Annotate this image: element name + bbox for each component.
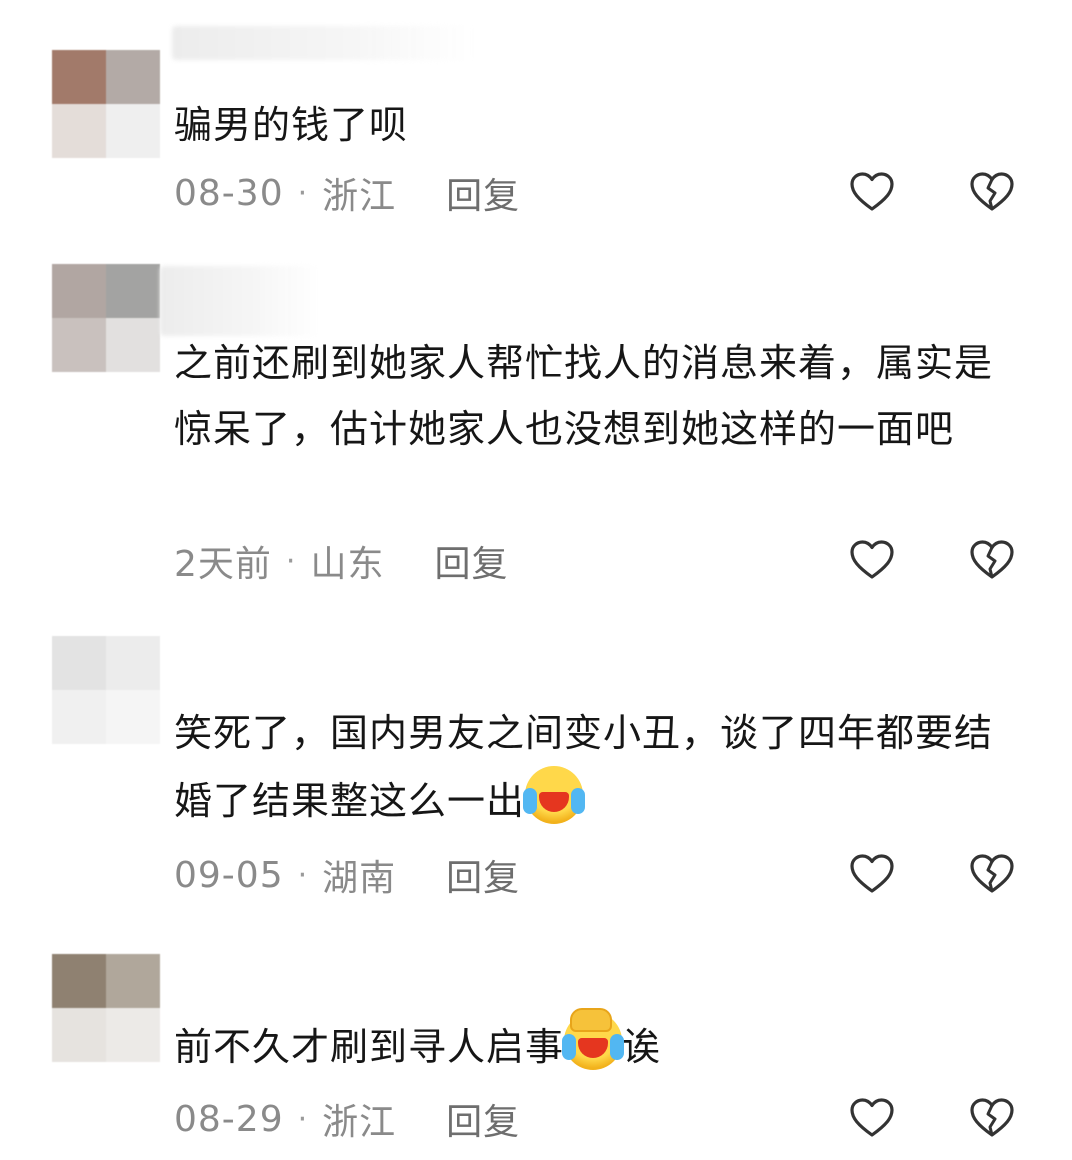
heart-outline-icon[interactable] — [848, 536, 896, 584]
comment-location: 山东 — [310, 544, 385, 585]
comment-meta: 2天前 · 山东 回复 — [174, 536, 508, 586]
avatar-pixel — [106, 690, 160, 744]
avatar-pixel — [106, 636, 160, 690]
meta-separator: · — [297, 1101, 309, 1137]
avatar-pixel — [52, 1008, 106, 1062]
avatar-pixel — [52, 264, 106, 318]
comment-text: 骗男的钱了呗 — [174, 92, 994, 158]
broken-heart-outline-icon[interactable] — [968, 850, 1016, 898]
avatar-pixel — [106, 50, 160, 104]
comment-text: 之前还刷到她家人帮忙找人的消息来着，属实是惊呆了，估计她家人也没想到她这样的一面… — [174, 330, 994, 462]
facepalm-laugh-emoji — [562, 1008, 625, 1070]
avatar[interactable] — [52, 264, 160, 372]
comment-text-content: 骗男的钱了呗 — [174, 103, 409, 147]
comment-date: 09-05 — [174, 854, 284, 896]
broken-heart-outline-icon[interactable] — [968, 1094, 1016, 1142]
avatar-pixel — [106, 104, 160, 158]
reply-button[interactable]: 回复 — [446, 1093, 520, 1145]
comment-text: 前不久才刷到寻人启事 诶 — [174, 1008, 994, 1080]
reply-button[interactable]: 回复 — [434, 535, 508, 587]
comment-date: 08-30 — [174, 172, 284, 214]
avatar-pixel — [52, 690, 106, 744]
loudly-crying-laugh-emoji — [523, 766, 586, 824]
avatar-pixel — [52, 954, 106, 1008]
avatar[interactable] — [52, 50, 160, 158]
avatar[interactable] — [52, 636, 160, 744]
comment-meta: 08-29 · 浙江 回复 — [174, 1094, 520, 1144]
reply-button[interactable]: 回复 — [446, 849, 520, 901]
comment-text: 笑死了，国内男友之间变小丑，谈了四年都要结婚了结果整这么一出 — [174, 700, 994, 834]
comment-text-suffix: 诶 — [622, 1025, 662, 1069]
meta-separator: · — [297, 175, 309, 211]
avatar-pixel — [52, 104, 106, 158]
broken-heart-outline-icon[interactable] — [968, 536, 1016, 584]
broken-heart-outline-icon[interactable] — [968, 168, 1016, 216]
avatar-pixel — [52, 50, 106, 104]
comment-location: 浙江 — [322, 1102, 397, 1143]
meta-separator: · — [297, 857, 309, 893]
avatar[interactable] — [52, 954, 160, 1062]
avatar-pixel — [52, 318, 106, 372]
comment-meta: 08-30 · 浙江 回复 — [174, 168, 520, 218]
avatar-pixel — [106, 1008, 160, 1062]
comment-text-content: 前不久才刷到寻人启事 — [174, 1025, 565, 1069]
avatar-pixel — [106, 264, 160, 318]
comment-location: 浙江 — [322, 176, 397, 217]
heart-outline-icon[interactable] — [848, 168, 896, 216]
avatar-pixel — [52, 636, 106, 690]
username-blurred[interactable] — [160, 266, 320, 336]
comment-location: 湖南 — [322, 858, 397, 899]
comment-date: 08-29 — [174, 1098, 284, 1140]
meta-separator: · — [285, 543, 297, 579]
comment-meta: 09-05 · 湖南 回复 — [174, 850, 520, 900]
heart-outline-icon[interactable] — [848, 850, 896, 898]
comment-text-content: 之前还刷到她家人帮忙找人的消息来着，属实是惊呆了，估计她家人也没想到她这样的一面… — [174, 341, 994, 451]
username-blurred[interactable] — [172, 26, 472, 60]
comment-date: 2天前 — [174, 544, 272, 585]
heart-outline-icon[interactable] — [848, 1094, 896, 1142]
reply-button[interactable]: 回复 — [446, 167, 520, 219]
avatar-pixel — [106, 954, 160, 1008]
avatar-pixel — [106, 318, 160, 372]
